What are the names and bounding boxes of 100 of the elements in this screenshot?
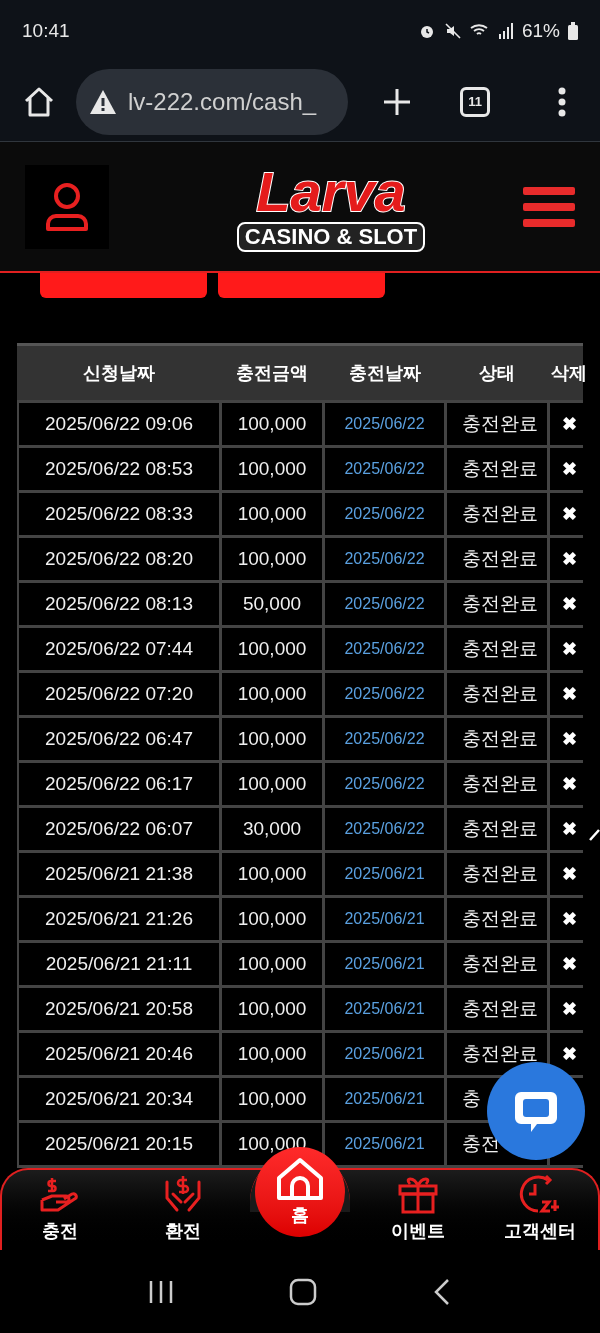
table-cell: 충전완료 [447, 403, 547, 445]
table-cell: 100,000 [222, 763, 322, 805]
address-bar[interactable]: lv-222.com/cash_ [76, 68, 348, 135]
delete-button[interactable]: ✖ [561, 460, 577, 478]
table-cell: 2025/06/21 21:38 [19, 853, 219, 895]
nav-item[interactable]: 환전 [132, 1173, 233, 1245]
table-cell: 충전완료 [447, 538, 547, 580]
table-cell: 2025/06/22 06:07 [19, 808, 219, 850]
table-cell: 2025/06/21 [325, 853, 444, 895]
table-cell: 2025/06/21 21:11 [19, 943, 219, 985]
delete-button[interactable]: ✖ [561, 595, 577, 613]
table-cell: 충전완료 [447, 493, 547, 535]
delete-button[interactable]: ✖ [561, 865, 577, 883]
table-cell: 2025/06/22 06:17 [19, 763, 219, 805]
table-cell: 100,000 [222, 718, 322, 760]
battery-percent: 61% [521, 18, 560, 43]
table-cell: 2025/06/21 21:26 [19, 898, 219, 940]
table-cell: 2025/06/22 [325, 628, 444, 670]
table-cell: 100,000 [222, 493, 322, 535]
delete-button[interactable]: ✖ [561, 775, 577, 793]
table-cell: 2025/06/22 [325, 583, 444, 625]
table-cell: 100,000 [222, 988, 322, 1030]
table-cell: 100,000 [222, 853, 322, 895]
table-cell: 100,000 [222, 1033, 322, 1075]
table-cell: 2025/06/22 07:44 [19, 628, 219, 670]
table-cell: 충전완료 [447, 1033, 547, 1075]
nav-item[interactable]: 고객센터 [490, 1173, 590, 1245]
table-cell: 2025/06/22 [325, 673, 444, 715]
table-cell: 2025/06/22 08:53 [19, 448, 219, 490]
delete-button[interactable]: ✖ [561, 1000, 577, 1018]
delete-button[interactable]: ✖ [561, 550, 577, 568]
delete-button[interactable]: ✖ [561, 505, 577, 523]
table-cell: 100,000 [222, 673, 322, 715]
delete-button[interactable]: ✖ [561, 955, 577, 973]
table-cell: 2025/06/21 20:15 [19, 1123, 219, 1165]
delete-button[interactable]: ✖ [561, 415, 577, 433]
table-cell: 2025/06/21 [325, 943, 444, 985]
column-header: 상태 [478, 361, 516, 385]
delete-button[interactable]: ✖ [561, 910, 577, 928]
account-button[interactable] [25, 164, 109, 249]
table-cell: 100,000 [222, 1078, 322, 1120]
table-cell: 2025/06/22 06:47 [19, 718, 219, 760]
home-button-icon[interactable] [289, 1277, 317, 1306]
table-cell: 2025/06/21 [325, 898, 444, 940]
table-cell: 충전완료 [447, 673, 547, 715]
url-text: lv-222.com/cash_ [128, 86, 317, 117]
table-cell: 충전완료 [447, 448, 547, 490]
table-cell: 충전완료 [447, 628, 547, 670]
new-tab-icon[interactable] [382, 86, 412, 117]
table-cell: 100,000 [222, 943, 322, 985]
house-icon [274, 1155, 326, 1202]
tab-count-button[interactable]: 11 [460, 86, 490, 117]
table-cell: 2025/06/22 08:33 [19, 493, 219, 535]
table-cell: 2025/06/22 [325, 808, 444, 850]
table-cell: 100,000 [222, 538, 322, 580]
status-time: 10:41 [22, 18, 70, 43]
delete-button[interactable]: ✖ [561, 730, 577, 748]
mute-icon [443, 22, 462, 40]
table-cell: 2025/06/22 08:20 [19, 538, 219, 580]
logo-title: Larva [256, 161, 406, 222]
table-cell: 충전완료 [447, 583, 547, 625]
column-header: 삭제 [550, 361, 588, 385]
table-cell: 50,000 [222, 583, 322, 625]
table-cell: 2025/06/21 [325, 1123, 444, 1165]
table-cell: 2025/06/22 09:06 [19, 403, 219, 445]
delete-button[interactable]: ✖ [561, 820, 577, 838]
table-cell: 2025/06/22 [325, 763, 444, 805]
table-cell: 100,000 [222, 628, 322, 670]
table-cell: 2025/06/22 [325, 538, 444, 580]
column-header: 충전금액 [235, 361, 309, 385]
table-cell: 2025/06/22 08:13 [19, 583, 219, 625]
table-cell: 충전완료 [447, 808, 547, 850]
delete-button[interactable]: ✖ [561, 640, 577, 658]
table-cell: 2025/06/22 07:20 [19, 673, 219, 715]
table-cell: 2025/06/21 20:34 [19, 1078, 219, 1120]
logo-subtitle: CASINO & SLOT [236, 221, 426, 252]
nav-item[interactable]: 이벤트 [367, 1173, 468, 1245]
battery-icon [568, 22, 578, 40]
table-cell: 2025/06/21 [325, 988, 444, 1030]
table-cell: 2025/06/22 [325, 493, 444, 535]
clock-24-icon [518, 1173, 562, 1214]
delete-button[interactable]: ✖ [561, 1045, 577, 1063]
table-cell: 30,000 [222, 808, 322, 850]
table-cell: 2025/06/22 [325, 718, 444, 760]
nav-item[interactable]: 충전 [10, 1173, 110, 1245]
table-cell: 100,000 [222, 403, 322, 445]
recent-apps-icon[interactable] [147, 1278, 174, 1305]
delete-button[interactable]: ✖ [561, 685, 577, 703]
table-cell: 100,000 [222, 898, 322, 940]
table-cell: 충전완료 [447, 763, 547, 805]
menu-icon[interactable] [523, 184, 575, 229]
column-header: 충전날짜 [347, 361, 422, 385]
table-cell: 충전완료 [447, 898, 547, 940]
table-cell: 충전완료 [447, 943, 547, 985]
table-cell: 충전완료 [447, 853, 547, 895]
more-icon[interactable] [558, 86, 566, 117]
signal-icon [497, 22, 514, 40]
table-cell: 충전완료 [447, 988, 547, 1030]
table-cell: 2025/06/21 20:46 [19, 1033, 219, 1075]
table-cell: 충전완료 [447, 718, 547, 760]
